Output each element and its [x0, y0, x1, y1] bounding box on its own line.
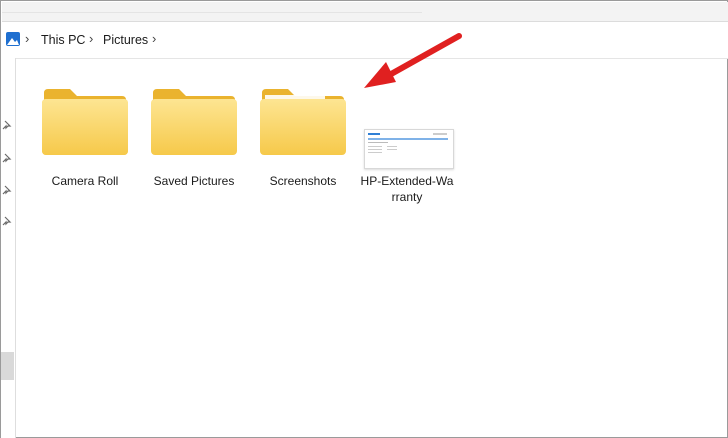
nav-scrollbar-thumb[interactable]	[1, 352, 14, 380]
file-item-hp-extended-warranty[interactable]: HP-Extended-Wa rranty	[357, 87, 457, 207]
folder-item-screenshots[interactable]: Screenshots	[253, 87, 353, 197]
toolbar-strip	[2, 2, 728, 22]
pin-icon	[2, 153, 12, 163]
breadcrumb-pictures[interactable]: Pictures	[103, 33, 148, 47]
thumbnail-preview	[368, 133, 448, 153]
folder-item-saved-pictures[interactable]: Saved Pictures	[144, 87, 244, 197]
item-label: Camera Roll	[51, 174, 119, 188]
annotation-arrow-icon	[364, 33, 462, 88]
pin-icon	[2, 216, 12, 226]
toolbar-field	[2, 2, 422, 13]
folder-icon	[151, 89, 237, 155]
folder-item-camera-roll[interactable]: Camera Roll	[35, 87, 135, 197]
chevron-right-icon: ›	[25, 31, 30, 46]
pin-icon	[2, 120, 12, 130]
pin-icon	[2, 185, 12, 195]
item-label: Saved Pictures	[153, 174, 235, 188]
folder-icon	[260, 89, 346, 155]
explorer-window: › This PC › Pictures › Camera Roll Saved…	[0, 0, 728, 438]
pictures-location-icon	[6, 32, 20, 46]
item-label-line1: HP-Extended-Wa	[360, 174, 454, 188]
navigation-pane[interactable]	[1, 58, 16, 438]
image-thumbnail	[364, 129, 454, 169]
breadcrumb-this-pc[interactable]: This PC	[41, 33, 85, 47]
item-label-line2: rranty	[391, 190, 423, 204]
item-label: Screenshots	[269, 174, 337, 188]
chevron-right-icon[interactable]: ›	[152, 31, 156, 46]
folder-icon	[42, 89, 128, 155]
chevron-right-icon: ›	[89, 31, 94, 46]
